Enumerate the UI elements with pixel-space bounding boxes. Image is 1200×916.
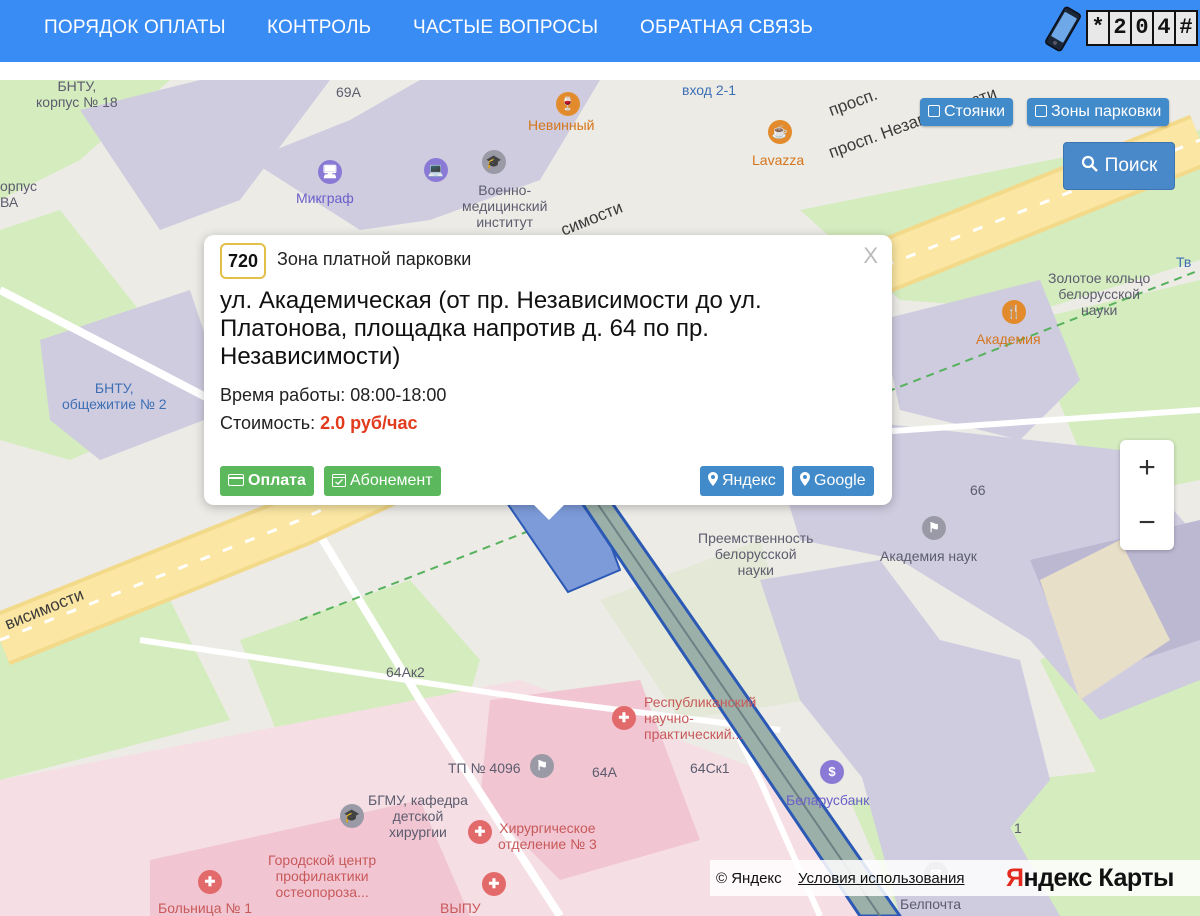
logo-letter: Я	[1006, 864, 1024, 892]
flag-icon[interactable]: ⚑	[922, 516, 946, 540]
working-hours: Время работы: 08:00-18:00	[220, 385, 447, 405]
label-korpus: орпус ВА	[0, 178, 37, 210]
zone-type-title: Зона платной парковки	[277, 249, 472, 269]
label-substation-4096: ТП № 4096	[448, 760, 521, 776]
calendar-check-icon	[332, 474, 346, 487]
logo-text: ндекс Карты	[1023, 864, 1174, 892]
label-belpochta: Белпочта	[900, 896, 962, 912]
zoom-out-button[interactable]: −	[1120, 495, 1174, 550]
yandex-route-button[interactable]: Яндекс	[700, 466, 784, 496]
zone-address: ул. Академическая (от пр. Независимости …	[220, 287, 762, 370]
parking-layer-label: Стоянки	[944, 103, 1006, 120]
subscription-button-label: Абонемент	[350, 472, 433, 489]
checkbox-icon	[1035, 105, 1047, 117]
flag-icon[interactable]: ⚑	[530, 754, 554, 778]
zones-layer-toggle[interactable]: Зоны парковки	[1027, 98, 1170, 126]
checkbox-icon	[928, 105, 940, 117]
copyright-text: © Яндекс	[716, 870, 782, 887]
label-vypu: ВЫПУ	[440, 900, 481, 916]
popup-pointer	[533, 504, 565, 520]
nav-item-payment-order[interactable]: ПОРЯДОК ОПЛАТЫ	[44, 17, 226, 39]
terms-of-use-link[interactable]: Условия использования	[798, 870, 965, 887]
label-succession-monument: Преемственность белорусской науки	[698, 530, 814, 578]
label-building-66: 66	[970, 482, 986, 498]
label-republican-center: Республиканский научно-практический...	[644, 694, 757, 742]
graduation-cap-icon[interactable]: 🎓	[482, 150, 506, 174]
yandex-maps-logo[interactable]: Яндекс Карты	[1006, 864, 1174, 893]
nav-item-feedback[interactable]: ОБРАТНАЯ СВЯЗЬ	[640, 17, 813, 39]
search-button[interactable]: Поиск	[1063, 142, 1175, 190]
label-lavazza: Lavazza	[752, 152, 805, 168]
label-bntu-dormitory: БНТУ, общежитие № 2	[62, 380, 167, 412]
label-building-69a: 69А	[336, 84, 361, 100]
label-building-1: 1	[1014, 820, 1022, 836]
mobile-phone-icon	[1045, 6, 1081, 52]
map-marker-icon	[708, 472, 718, 486]
cost-value: 2.0 руб/час	[320, 413, 418, 433]
label-bsmu-department: БГМУ, кафедра детской хирургии	[368, 792, 468, 840]
top-navigation: ПОРЯДОК ОПЛАТЫ КОНТРОЛЬ ЧАСТЫЕ ВОПРОСЫ О…	[0, 0, 1200, 62]
nav-item-control[interactable]: КОНТРОЛЬ	[267, 17, 371, 39]
parking-layer-toggle[interactable]: Стоянки	[920, 98, 1014, 126]
credit-card-icon	[228, 474, 244, 486]
google-button-label: Google	[814, 472, 866, 489]
zones-layer-label: Зоны парковки	[1051, 103, 1162, 120]
search-icon	[1081, 155, 1098, 172]
pay-button-label: Оплата	[248, 472, 306, 489]
bank-icon[interactable]: $	[820, 760, 844, 784]
yandex-button-label: Яндекс	[722, 472, 776, 489]
hospital-icon[interactable]: ✚	[468, 820, 492, 844]
cafe-icon[interactable]: ☕	[768, 120, 792, 144]
close-popup-button[interactable]: X	[863, 243, 878, 269]
label-building-64a: 64А	[592, 764, 617, 780]
computer-store-icon[interactable]: 🖥	[318, 160, 342, 184]
ussd-code-char: #	[1174, 10, 1198, 46]
pay-button[interactable]: Оплата	[220, 466, 314, 496]
ussd-code-char: *	[1086, 10, 1110, 46]
ussd-code-char: 0	[1130, 10, 1154, 46]
label-building-64sk1: 64Ск1	[690, 760, 730, 776]
nav-item-faq[interactable]: ЧАСТЫЕ ВОПРОСЫ	[413, 17, 598, 39]
zoom-in-button[interactable]: +	[1120, 440, 1174, 495]
label-mikgraf: Микграф	[296, 190, 354, 206]
label-belarusbank: Беларусбанк	[786, 792, 870, 808]
parking-zone-popup: 720 Зона платной парковки X ул. Академич…	[204, 235, 892, 505]
label-military-institute: Военно-медицинский институт	[462, 182, 548, 230]
label-building-64ak2: 64Ак2	[386, 664, 425, 680]
parking-cost: Стоимость: 2.0 руб/час	[220, 413, 418, 434]
search-button-label: Поиск	[1104, 155, 1158, 176]
bar-icon[interactable]: 🍷	[556, 92, 580, 116]
zone-number-badge: 720	[220, 243, 266, 279]
hospital-icon[interactable]: ✚	[612, 706, 636, 730]
cost-label: Стоимость:	[220, 413, 321, 433]
subscription-button[interactable]: Абонемент	[324, 466, 441, 496]
label-osteoporosis-center: Городской центр профилактики остеопороза..…	[268, 852, 377, 900]
label-hospital-1: Больница № 1	[158, 900, 253, 916]
label-entrance: вход 2-1	[682, 82, 737, 98]
ussd-code-char: 2	[1108, 10, 1132, 46]
label-academy-of-sciences: Академия наук	[880, 548, 977, 564]
computer-store-icon[interactable]: 💻	[424, 158, 448, 182]
map-marker-icon	[800, 472, 810, 486]
google-route-button[interactable]: Google	[792, 466, 874, 496]
graduation-cap-icon[interactable]: 🎓	[340, 804, 364, 828]
zoom-control: + −	[1120, 440, 1174, 550]
restaurant-icon[interactable]: 🍴	[1002, 300, 1026, 324]
hospital-icon[interactable]: ✚	[198, 870, 222, 894]
label-surgery-department: Хирургическое отделение № 3	[498, 820, 597, 852]
map-attribution: © Яндекс Условия использования Яндекс Ка…	[710, 860, 1200, 896]
label-akademiya: Академия	[976, 331, 1041, 347]
label-golden-ring: Золотое кольцо белорусской науки	[1048, 270, 1151, 318]
ussd-code-char: 4	[1152, 10, 1176, 46]
label-tv: Тв	[1176, 254, 1192, 270]
label-bntu-18: БНТУ, корпус № 18	[36, 80, 118, 110]
label-nevinny: Невинный	[528, 117, 595, 133]
hospital-icon[interactable]: ✚	[482, 872, 506, 896]
